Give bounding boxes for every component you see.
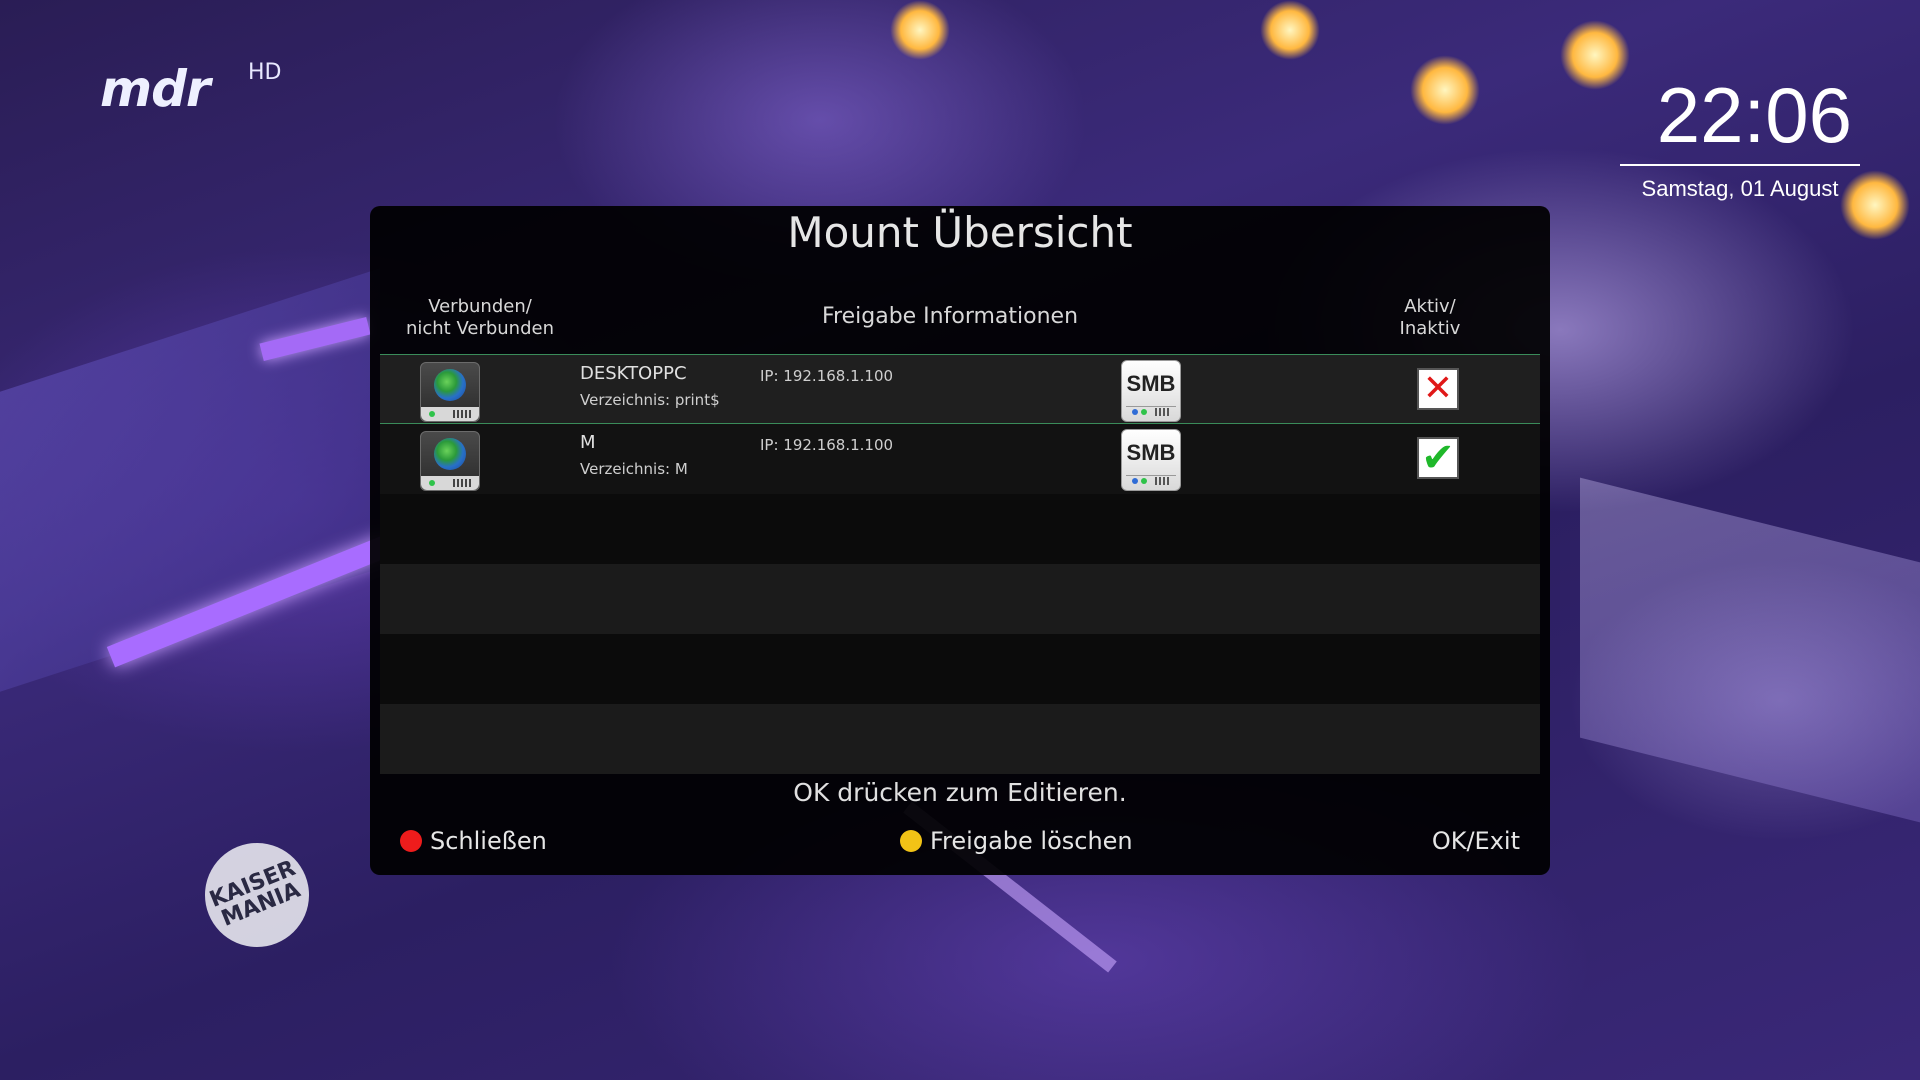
- watermark-text: KAISER MANIA: [206, 855, 304, 932]
- clock-date: Samstag, 01 August: [1641, 176, 1839, 201]
- red-button-icon: [400, 830, 422, 852]
- mount-directory: Verzeichnis: print$: [580, 391, 720, 409]
- mount-ip: IP: 192.168.1.100: [760, 436, 894, 454]
- ok-exit-button-label: OK/Exit: [1431, 827, 1520, 855]
- background-spotlight: [890, 0, 950, 60]
- mount-row-desktoppc[interactable]: DESKTOPPC Verzeichnis: print$ IP: 192.16…: [380, 354, 1540, 424]
- clock-divider: [1620, 164, 1860, 166]
- column-header-connected-line1: Verbunden/: [428, 296, 532, 317]
- smb-label: SMB: [1126, 371, 1176, 396]
- clock: 22:06 Samstag, 01 August: [1620, 70, 1860, 202]
- background-spotlight: [1410, 55, 1480, 125]
- channel-logo: mdr HD: [100, 60, 281, 118]
- mount-row-m[interactable]: M Verzeichnis: M IP: 192.168.1.100 SMB ✔: [380, 424, 1540, 494]
- background-spotlight: [1260, 0, 1320, 60]
- show-watermark-logo: KAISER MANIA: [189, 827, 325, 963]
- mount-overview-dialog: Mount Übersicht Verbunden/ nicht Verbund…: [370, 206, 1550, 875]
- dialog-title: Mount Übersicht: [787, 208, 1133, 257]
- mount-name: DESKTOPPC: [580, 363, 687, 384]
- x-mark-icon[interactable]: ✕: [1417, 368, 1459, 410]
- column-header-active-line2: Inaktiv: [1399, 318, 1461, 339]
- mount-directory: Verzeichnis: M: [580, 460, 688, 478]
- clock-time: 22:06: [1656, 71, 1852, 159]
- mount-list: DESKTOPPC Verzeichnis: print$ IP: 192.16…: [380, 354, 1540, 774]
- column-header-connected: Verbunden/ nicht Verbunden: [400, 296, 560, 340]
- check-mark-icon[interactable]: ✔: [1417, 437, 1459, 479]
- empty-row: [380, 634, 1540, 704]
- delete-share-button-label: Freigabe löschen: [930, 827, 1133, 855]
- empty-row: [380, 564, 1540, 634]
- empty-row: [380, 704, 1540, 774]
- smb-share-icon: SMB: [1121, 429, 1181, 491]
- column-header-connected-line2: nicht Verbunden: [405, 318, 555, 339]
- channel-hd-badge: HD: [248, 60, 282, 85]
- channel-logo-text: mdr: [100, 60, 211, 118]
- smb-label: SMB: [1126, 440, 1176, 465]
- network-drive-icon: [420, 362, 480, 422]
- edit-hint: OK drücken zum Editieren.: [793, 778, 1127, 807]
- close-button-label: Schließen: [430, 827, 547, 855]
- ok-exit-button[interactable]: OK/Exit: [1432, 827, 1520, 855]
- yellow-button-icon: [900, 830, 922, 852]
- mount-ip: IP: 192.168.1.100: [760, 367, 894, 385]
- column-header-active: Aktiv/ Inaktiv: [1370, 296, 1490, 340]
- column-header-active-line1: Aktiv/: [1404, 296, 1456, 317]
- network-drive-icon: [420, 431, 480, 491]
- smb-share-icon: SMB: [1121, 360, 1181, 422]
- empty-row: [380, 494, 1540, 564]
- delete-share-button[interactable]: Freigabe löschen: [900, 827, 1133, 855]
- close-button[interactable]: Schließen: [400, 827, 547, 855]
- column-header-info: Freigabe Informationen: [821, 304, 1079, 329]
- mount-name: M: [580, 432, 596, 453]
- background-stage: [1580, 477, 1920, 823]
